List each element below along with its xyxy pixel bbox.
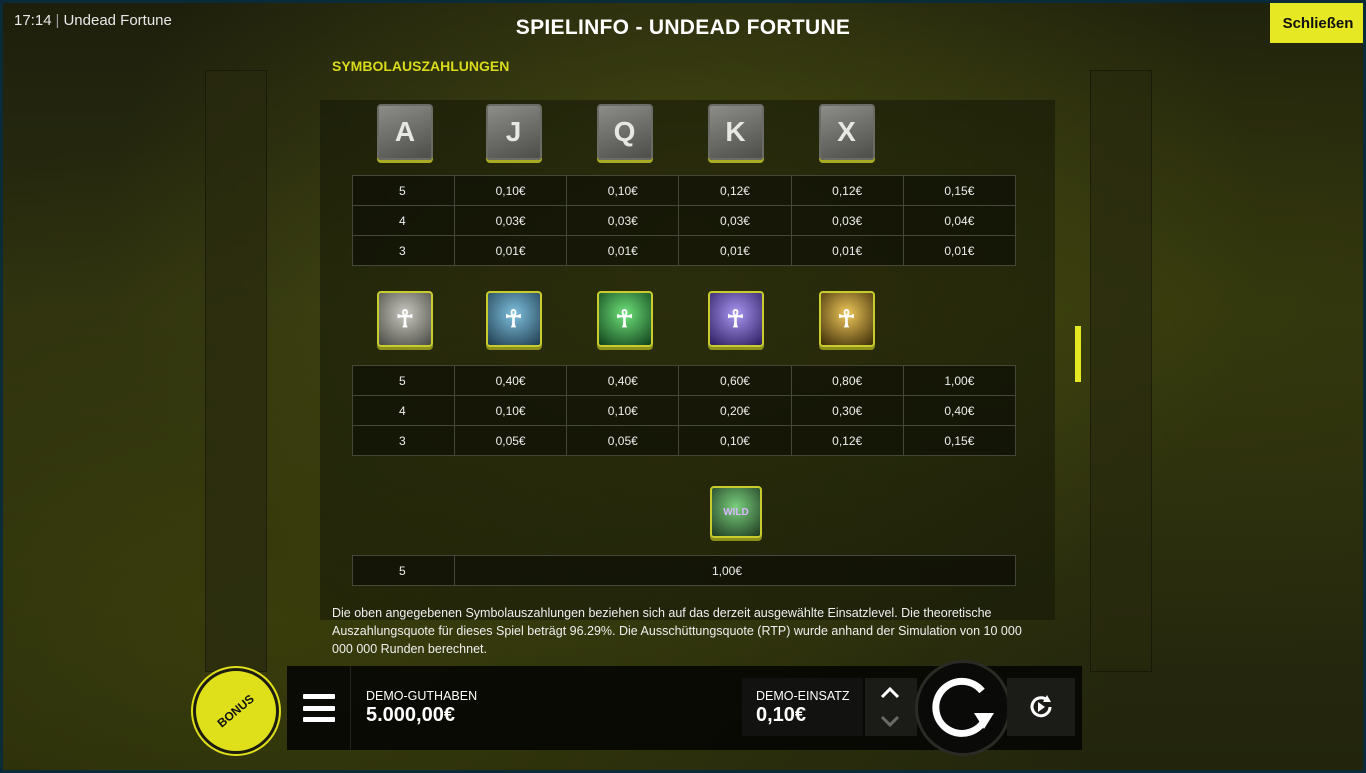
- table-row: 3 0,05€ 0,05€ 0,10€ 0,12€ 0,15€: [352, 425, 1017, 456]
- payout-count: 5: [352, 365, 455, 396]
- menu-button[interactable]: [287, 666, 351, 750]
- payout-value: 0,03€: [566, 205, 680, 236]
- payout-value: 0,10€: [678, 425, 792, 456]
- mummy-symbol-icon: ☥: [377, 291, 433, 347]
- symbol-glyph: A: [394, 116, 416, 147]
- payout-value: 0,01€: [453, 235, 568, 266]
- chevron-up-icon[interactable]: [879, 682, 901, 704]
- background-pillar-left: [205, 70, 267, 672]
- symbol-glyph: Q: [613, 116, 636, 147]
- high-symbols-row: ☥ ☥ ☥ ☥ ☥: [352, 291, 1016, 353]
- hamburger-icon: [302, 694, 335, 722]
- autoplay-button[interactable]: [1007, 678, 1075, 736]
- bet-value: 0,10€: [756, 704, 807, 726]
- spin-arrow-icon: [932, 677, 994, 737]
- table-row: 4 0,10€ 0,10€ 0,20€ 0,30€ 0,40€: [352, 395, 1017, 426]
- table-row: 5 1,00€: [352, 555, 1016, 586]
- payout-value: 0,12€: [678, 175, 792, 206]
- balance-value: 5.000,00€: [366, 704, 455, 726]
- section-title: SYMBOLAUSZAHLUNGEN: [332, 58, 510, 74]
- purple-anubis-symbol-icon: ☥: [707, 291, 764, 347]
- chevron-down-icon[interactable]: [879, 710, 901, 732]
- bet-display: DEMO-EINSATZ 0,10€: [742, 678, 863, 736]
- low-symbols-row: A J Q K X: [352, 104, 1016, 166]
- payout-value: 0,40€: [453, 365, 568, 396]
- symbol-glyph: J: [505, 116, 522, 147]
- payout-value: 0,01€: [566, 235, 680, 266]
- autoplay-icon: [1030, 695, 1052, 718]
- stone-rune-q-icon: Q: [596, 104, 653, 160]
- stone-rune-a-icon: A: [377, 104, 433, 160]
- spin-button[interactable]: [915, 660, 1011, 756]
- payout-value: 0,04€: [902, 205, 1017, 236]
- wild-symbol-icon: WILD: [710, 486, 762, 538]
- payout-value: 0,10€: [566, 175, 680, 206]
- gold-anubis-symbol-icon: ☥: [818, 291, 875, 347]
- payout-value: 0,05€: [453, 425, 568, 456]
- stone-rune-ten-icon: X: [818, 104, 875, 160]
- page-title: SPIELINFO - UNDEAD FORTUNE: [515, 16, 851, 39]
- payout-value: 0,10€: [453, 175, 568, 206]
- payout-value: 0,05€: [566, 425, 680, 456]
- payout-value: 0,60€: [678, 365, 792, 396]
- payout-value: 0,40€: [566, 365, 680, 396]
- payout-value: 0,01€: [678, 235, 792, 266]
- stone-rune-k-icon: K: [707, 104, 764, 160]
- wild-payout-table: 5 1,00€: [352, 555, 1016, 586]
- rtp-description: Die oben angegebenen Symbolauszahlungen …: [332, 606, 1022, 656]
- payout-count: 3: [352, 425, 455, 456]
- background-pillar-right: [1090, 70, 1152, 672]
- table-row: 3 0,01€ 0,01€ 0,01€ 0,01€ 0,01€: [352, 235, 1017, 266]
- top-bar: 17:14 | Undead Fortune SPIELINFO - UNDEAD …: [0, 0, 1366, 56]
- low-symbols-payout-table: 5 0,10€ 0,10€ 0,12€ 0,12€ 0,15€ 4 0,03€ …: [352, 175, 1017, 266]
- close-button[interactable]: Schließen: [1270, 3, 1366, 43]
- blue-creature-symbol-icon: ☥: [485, 291, 542, 347]
- payout-value: 0,10€: [453, 395, 568, 426]
- payout-count: 4: [352, 205, 455, 236]
- bonus-button[interactable]: BONUS: [193, 668, 279, 754]
- payout-count: 5: [352, 555, 455, 586]
- payout-count: 4: [352, 395, 455, 426]
- payout-value: 0,03€: [790, 205, 904, 236]
- payout-value: 0,20€: [678, 395, 792, 426]
- payout-value: 1,00€: [454, 555, 1016, 586]
- table-row: 4 0,03€ 0,03€ 0,03€ 0,03€ 0,04€: [352, 205, 1017, 236]
- control-bar: DEMO-GUTHABEN 5.000,00€ DEMO-EINSATZ 0,1…: [287, 660, 1082, 756]
- symbol-glyph: K: [725, 116, 746, 147]
- symbol-glyph: X: [837, 116, 856, 147]
- payout-value: 0,80€: [790, 365, 904, 396]
- bet-label: DEMO-EINSATZ: [756, 689, 850, 703]
- bet-stepper: [865, 678, 917, 736]
- payout-value: 0,30€: [790, 395, 904, 426]
- payout-value: 0,03€: [453, 205, 568, 236]
- balance-label: DEMO-GUTHABEN: [366, 689, 478, 703]
- green-pharaoh-symbol-icon: ☥: [596, 291, 653, 347]
- payout-count: 3: [352, 235, 455, 266]
- wild-label: WILD: [723, 506, 749, 518]
- payout-count: 5: [352, 175, 455, 206]
- payout-value: 0,01€: [902, 235, 1017, 266]
- scrollbar-thumb[interactable]: [1075, 326, 1081, 382]
- payout-value: 0,03€: [678, 205, 792, 236]
- payout-value: 0,15€: [902, 425, 1017, 456]
- payout-value: 1,00€: [902, 365, 1017, 396]
- paytable-panel[interactable]: SYMBOLAUSZAHLUNGEN A J Q K X 5 0,10€ 0,1…: [332, 56, 1032, 666]
- payout-value: 0,10€: [566, 395, 680, 426]
- payout-value: 0,15€: [902, 175, 1017, 206]
- payout-value: 0,12€: [790, 425, 904, 456]
- table-row: 5 0,40€ 0,40€ 0,60€ 0,80€ 1,00€: [352, 365, 1017, 396]
- payout-value: 0,40€: [902, 395, 1017, 426]
- payout-value: 0,12€: [790, 175, 904, 206]
- bonus-label: BONUS: [214, 691, 258, 731]
- high-symbols-payout-table: 5 0,40€ 0,40€ 0,60€ 0,80€ 1,00€ 4 0,10€ …: [352, 365, 1017, 456]
- table-row: 5 0,10€ 0,10€ 0,12€ 0,12€ 0,15€: [352, 175, 1017, 206]
- payout-value: 0,01€: [790, 235, 904, 266]
- stone-rune-j-icon: J: [485, 104, 542, 160]
